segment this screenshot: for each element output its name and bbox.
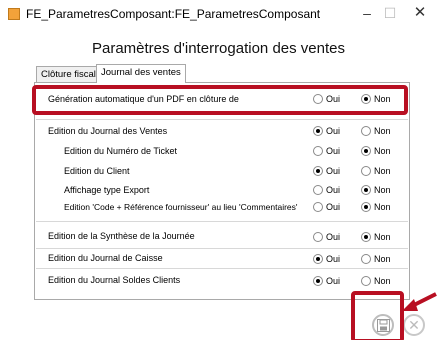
radio-caisse-oui[interactable]	[313, 254, 323, 264]
separator	[36, 119, 408, 120]
red-arrow	[402, 292, 437, 311]
radio-soldes-non-label: Non	[374, 276, 391, 286]
radio-synthese-non-label: Non	[374, 232, 391, 242]
radio-caisse-oui-label: Oui	[326, 254, 341, 264]
radio-synthese-oui-label: Oui	[326, 232, 341, 242]
radio-journal-ventes-oui-label: Oui	[326, 126, 341, 136]
separator	[36, 268, 408, 269]
radio-caisse-non[interactable]	[361, 254, 371, 264]
radio-soldes-non[interactable]	[361, 276, 371, 286]
row-label-synthese-journee: Edition de la Synthèse de la Journée	[48, 231, 195, 241]
row-label-numero-ticket: Edition du Numéro de Ticket	[64, 146, 178, 156]
radio-export-non[interactable]	[361, 185, 371, 195]
radio-numero-ticket-oui-label: Oui	[326, 146, 341, 156]
radio-synthese-non[interactable]	[361, 232, 371, 242]
close-icon: ✕	[408, 317, 420, 333]
radio-client-oui[interactable]	[313, 166, 323, 176]
tab-journal-des-ventes[interactable]: Journal des ventes	[96, 64, 186, 83]
radio-journal-ventes-oui[interactable]	[313, 126, 323, 136]
radio-client-non[interactable]	[361, 166, 371, 176]
cancel-button[interactable]: ✕	[403, 314, 425, 336]
row-label-affichage-export: Affichage type Export	[64, 185, 150, 195]
radio-journal-ventes-non-label: Non	[374, 126, 391, 136]
maximize-button[interactable]: ☐	[378, 4, 402, 22]
radio-numero-ticket-non-label: Non	[374, 146, 391, 156]
radio-code-ref-oui-label: Oui	[326, 202, 341, 212]
separator	[36, 248, 408, 249]
row-label-journal-ventes: Edition du Journal des Ventes	[48, 126, 168, 136]
row-label-code-reference: Edition 'Code + Référence fournisseur' a…	[64, 202, 298, 212]
radio-synthese-oui[interactable]	[313, 232, 323, 242]
highlight-pdf-row	[32, 85, 408, 115]
row-label-client: Edition du Client	[64, 166, 130, 176]
window-titlebar: FE_ParametresComposant:FE_ParametresComp…	[0, 0, 437, 28]
radio-numero-ticket-oui[interactable]	[313, 146, 323, 156]
radio-export-oui-label: Oui	[326, 185, 341, 195]
radio-client-oui-label: Oui	[326, 166, 341, 176]
minimize-button[interactable]: –	[355, 4, 379, 22]
dialog-title: Paramètres d'interrogation des ventes	[91, 40, 345, 57]
row-label-journal-caisse: Edition du Journal de Caisse	[48, 253, 163, 263]
radio-soldes-oui[interactable]	[313, 276, 323, 286]
radio-soldes-oui-label: Oui	[326, 276, 341, 286]
separator	[36, 221, 408, 222]
window-title: FE_ParametresComposant:FE_ParametresComp…	[26, 7, 321, 21]
row-label-soldes-clients: Edition du Journal Soldes Clients	[48, 275, 181, 285]
app-icon	[8, 8, 20, 20]
radio-journal-ventes-non[interactable]	[361, 126, 371, 136]
highlight-save-button	[351, 291, 404, 340]
radio-export-oui[interactable]	[313, 185, 323, 195]
radio-export-non-label: Non	[374, 185, 391, 195]
radio-code-ref-non[interactable]	[361, 202, 371, 212]
close-window-button[interactable]: ✕	[408, 4, 432, 22]
radio-code-ref-non-label: Non	[374, 202, 391, 212]
radio-client-non-label: Non	[374, 166, 391, 176]
radio-code-ref-oui[interactable]	[313, 202, 323, 212]
radio-numero-ticket-non[interactable]	[361, 146, 371, 156]
radio-caisse-non-label: Non	[374, 254, 391, 264]
